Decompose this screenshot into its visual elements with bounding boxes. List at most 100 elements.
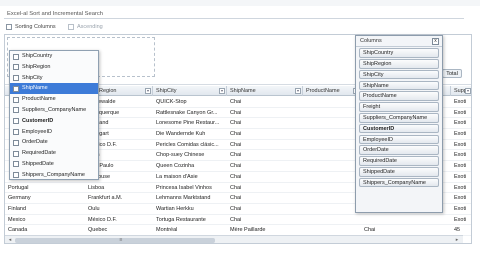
column-visibility-checkbox[interactable] — [13, 161, 19, 168]
columns-window[interactable]: Columns x ShipCountry ShipRegion ShipCity S… — [355, 35, 443, 213]
column-visibility-checkbox[interactable] — [13, 53, 19, 60]
ascending-option[interactable]: Ascending — [68, 23, 103, 31]
column-chooser-popup[interactable]: ShipCountry ShipRegion ShipCity ShipName Pro… — [9, 50, 99, 180]
scroll-grip-icon: ≡ — [119, 237, 123, 243]
popup-column-item[interactable]: CustomerID — [10, 116, 98, 127]
column-visibility-checkbox[interactable] — [13, 172, 19, 179]
table-row[interactable]: Mexico México D.F. Tortuga Restaurante Chai… — [5, 215, 471, 226]
table-cell: Tortuga Restaurante — [156, 216, 206, 223]
popup-column-item[interactable]: ShipName — [10, 83, 98, 95]
table-cell: Canada — [8, 227, 28, 234]
table-cell: Lonesome Pine Restaur... — [156, 120, 220, 127]
filter-icon[interactable]: ▾ — [145, 88, 151, 94]
table-cell: Frankfurt a.M. — [88, 195, 123, 202]
scroll-left-icon[interactable]: ◂ — [6, 237, 14, 243]
popup-column-item[interactable]: ShippedDate — [10, 159, 98, 170]
columns-window-item[interactable]: RequiredDate — [359, 156, 439, 166]
close-icon[interactable]: x — [432, 38, 439, 45]
column-header-label: ShipName — [230, 88, 256, 94]
popup-column-item[interactable]: ShipRegion — [10, 62, 98, 73]
scroll-right-icon[interactable]: ▸ — [453, 237, 461, 243]
table-cell: Exoti — [454, 141, 467, 148]
column-header-suppliers[interactable]: Supp ▾ — [451, 86, 471, 96]
columns-window-item[interactable]: ShippedDate — [359, 167, 439, 177]
horizontal-scrollbar[interactable]: ◂ ≡ ▸ — [5, 235, 463, 243]
popup-column-label: CustomerID — [22, 117, 54, 124]
table-cell: Lehmanns Marktstand — [156, 195, 211, 202]
table-cell: Rattlesnake Canyon Gr... — [156, 109, 218, 116]
columns-list: ShipCountry ShipRegion ShipCity ShipName Pro… — [356, 48, 442, 188]
column-visibility-checkbox[interactable] — [13, 118, 19, 125]
columns-window-item[interactable]: CustomerID — [359, 123, 439, 134]
popup-column-item[interactable]: EmployeeID — [10, 127, 98, 138]
column-header-productname[interactable]: ProductName▾ — [303, 86, 361, 96]
ascending-label: Ascending — [77, 24, 103, 30]
table-cell: Exoti — [454, 120, 467, 127]
table-cell: Chai — [230, 120, 242, 127]
table-cell: Oulu — [88, 205, 100, 212]
total-tag[interactable]: Total — [442, 69, 462, 78]
columns-window-titlebar[interactable]: Columns x — [356, 36, 442, 47]
table-cell: Exoti — [454, 99, 467, 105]
column-header-label: ProductName — [306, 88, 340, 94]
popup-column-item[interactable]: Shippers_CompanyName — [10, 170, 98, 181]
column-visibility-checkbox[interactable] — [13, 150, 19, 157]
table-cell: Exoti — [454, 205, 467, 212]
filter-icon[interactable]: ▾ — [295, 88, 301, 94]
ascending-checkbox[interactable] — [68, 24, 74, 30]
table-cell: Princesa Isabel Vinhos — [156, 184, 212, 191]
columns-window-item[interactable]: Suppliers_CompanyName — [359, 113, 439, 123]
filter-icon[interactable]: ▾ — [219, 88, 225, 94]
table-cell: Exoti — [454, 184, 467, 191]
columns-window-item[interactable]: EmployeeID — [359, 134, 439, 145]
table-cell: Chai — [364, 227, 376, 234]
column-header-shipname[interactable]: ShipName ▾ — [227, 86, 303, 96]
columns-window-item[interactable]: ShipCountry — [359, 48, 439, 58]
scrollbar-thumb[interactable] — [15, 238, 215, 243]
column-visibility-checkbox[interactable] — [13, 129, 19, 136]
popup-column-item[interactable]: ShipCountry — [10, 51, 98, 62]
table-cell: Mexico — [8, 216, 26, 223]
column-visibility-checkbox[interactable] — [13, 85, 19, 92]
columns-window-item[interactable]: ShipRegion — [359, 59, 439, 69]
table-cell: Germany — [8, 195, 31, 202]
table-cell: Chai — [230, 184, 242, 191]
popup-column-item[interactable]: OrderDate — [10, 137, 98, 148]
table-cell — [361, 215, 451, 225]
popup-column-label: RequiredDate — [22, 150, 56, 157]
column-visibility-checkbox[interactable] — [13, 107, 19, 114]
popup-column-item[interactable]: Suppliers_CompanyName — [10, 105, 98, 116]
column-visibility-checkbox[interactable] — [13, 139, 19, 146]
column-visibility-checkbox[interactable] — [13, 75, 19, 82]
column-header-shipcity[interactable]: ShipCity ▾ — [153, 86, 227, 96]
popup-column-label: ProductName — [22, 96, 56, 103]
table-cell: Lisboa — [88, 184, 105, 191]
popup-column-label: ShipCity — [22, 74, 43, 81]
popup-column-item[interactable]: RequiredDate — [10, 148, 98, 159]
columns-window-item[interactable]: Shippers_CompanyName — [359, 177, 439, 188]
table-cell: Exoti — [454, 173, 467, 180]
columns-window-item[interactable]: OrderDate — [359, 145, 439, 155]
table-cell: Exoti — [454, 131, 467, 138]
table-cell: Exoti — [454, 152, 467, 159]
popup-column-item[interactable]: ProductName — [10, 94, 98, 105]
table-cell: Exoti — [454, 163, 467, 170]
columns-window-item[interactable]: ShipCity — [359, 69, 439, 80]
table-cell: Quebec — [88, 227, 108, 234]
table-cell: Chai — [230, 163, 242, 170]
table-cell: Portugal — [8, 184, 29, 191]
column-visibility-checkbox[interactable] — [13, 96, 19, 103]
filter-icon[interactable]: ▾ — [465, 88, 471, 94]
table-cell: Wartian Herkku — [156, 205, 194, 212]
columns-window-item[interactable]: ProductName — [359, 91, 439, 101]
popup-column-label: OrderDate — [22, 139, 48, 146]
column-header-label: ShipCity — [156, 88, 177, 94]
popup-column-item[interactable]: ShipCity — [10, 73, 98, 84]
column-visibility-checkbox[interactable] — [13, 64, 19, 71]
popup-column-label: Suppliers_CompanyName — [22, 106, 87, 113]
sorting-columns-option[interactable]: Sorting Columns — [6, 23, 56, 31]
sorting-columns-checkbox[interactable] — [6, 24, 12, 30]
popup-column-label: ShippedDate — [22, 160, 54, 167]
columns-window-item[interactable]: ShipName — [359, 80, 439, 91]
columns-window-item[interactable]: Freight — [359, 102, 439, 112]
